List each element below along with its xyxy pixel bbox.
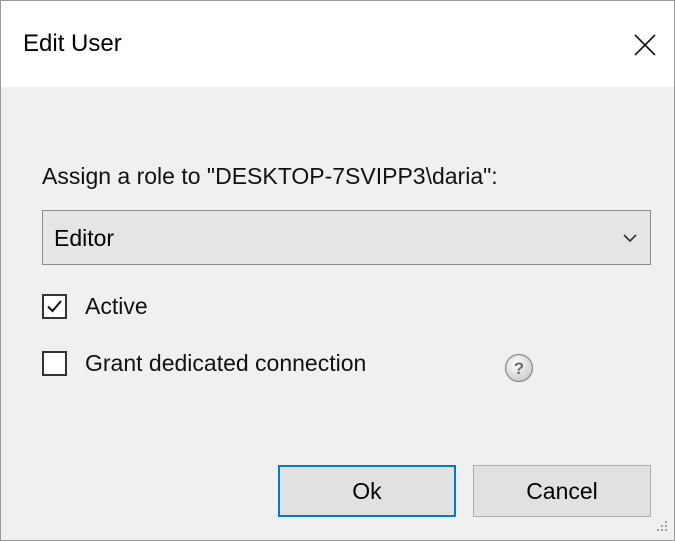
dialog-title: Edit User [23,30,122,57]
dedicated-connection-label[interactable]: Grant dedicated connection [85,350,366,377]
help-button[interactable]: ? [504,353,534,383]
title-bar: Edit User [1,1,674,87]
active-checkbox[interactable] [42,294,67,319]
question-mark-icon: ? [504,353,534,383]
checkmark-icon [47,300,62,313]
resize-grip-icon[interactable] [651,517,669,535]
cancel-button[interactable]: Cancel [473,465,651,517]
active-checkbox-label[interactable]: Active [85,293,148,320]
edit-user-dialog: Edit User Assign a role to "DESKTOP-7SVI… [0,0,675,541]
close-button[interactable] [625,25,665,65]
close-icon [634,34,656,56]
ok-button[interactable]: Ok [278,465,456,517]
role-select-value: Editor [54,225,115,251]
chevron-down-icon [623,234,637,243]
dedicated-connection-checkbox[interactable] [42,351,67,376]
svg-text:?: ? [514,359,524,378]
role-select[interactable]: Editor [42,210,651,265]
role-prompt-label: Assign a role to "DESKTOP-7SVIPP3\daria"… [42,163,498,189]
